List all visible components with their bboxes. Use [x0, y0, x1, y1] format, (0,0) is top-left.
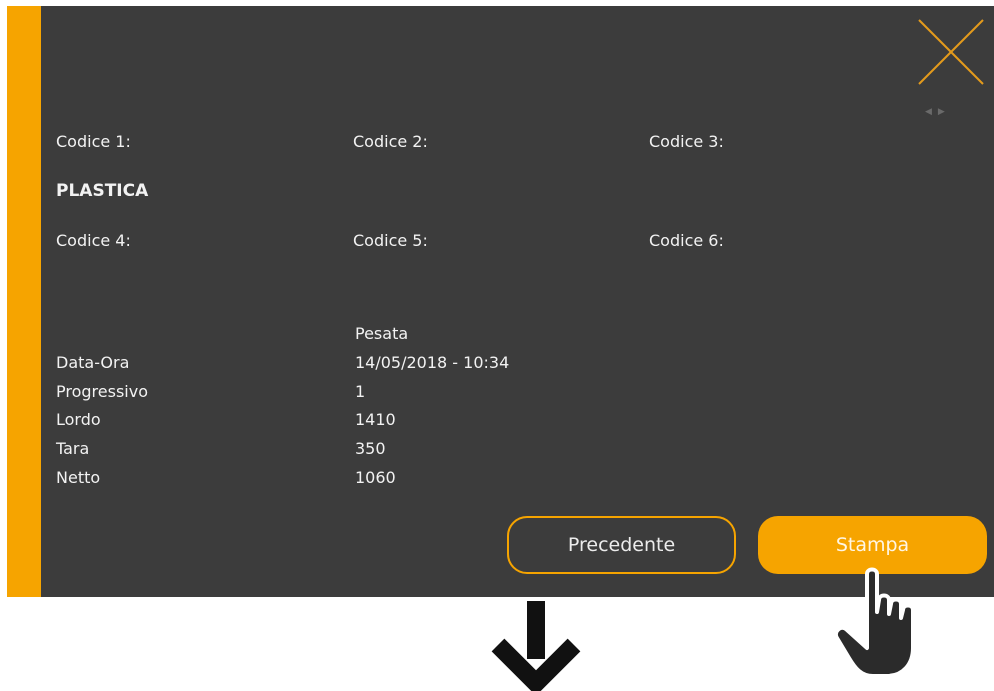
codice-1-label: Codice 1: — [56, 132, 131, 151]
accent-bar — [7, 6, 41, 597]
print-button-label: Stampa — [835, 534, 910, 556]
codice-6-label: Codice 6: — [649, 231, 724, 250]
close-button[interactable] — [917, 18, 985, 86]
row-value-netto: 1060 — [355, 468, 396, 487]
row-label-netto: Netto — [56, 468, 101, 487]
close-icon — [918, 19, 984, 85]
row-label-data-ora: Data-Ora — [56, 353, 130, 372]
row-value-lordo: 1410 — [355, 410, 396, 429]
row-value-tara: 350 — [355, 439, 386, 458]
weighing-detail-panel: ◀▶ Codice 1: Codice 2: Codice 3: PLASTIC… — [7, 6, 994, 597]
codice-1-value: PLASTICA — [56, 181, 149, 201]
row-label-lordo: Lordo — [56, 410, 101, 429]
codice-5-label: Codice 5: — [353, 231, 428, 250]
row-value-data-ora: 14/05/2018 - 10:34 — [355, 353, 510, 372]
codice-2-label: Codice 2: — [353, 132, 428, 151]
row-value-progressivo: 1 — [355, 382, 366, 401]
codice-3-label: Codice 3: — [649, 132, 724, 151]
codice-4-label: Codice 4: — [56, 231, 131, 250]
previous-button-label: Precedente — [567, 534, 676, 556]
previous-button[interactable]: Precedente — [507, 516, 736, 574]
pointer-hand-icon — [834, 567, 915, 678]
row-label-tara: Tara — [56, 439, 90, 458]
row-label-progressivo: Progressivo — [56, 382, 148, 401]
pager-arrows-icon[interactable]: ◀▶ — [925, 107, 955, 121]
down-arrow-icon — [491, 601, 581, 691]
weighing-column-header: Pesata — [355, 324, 409, 343]
